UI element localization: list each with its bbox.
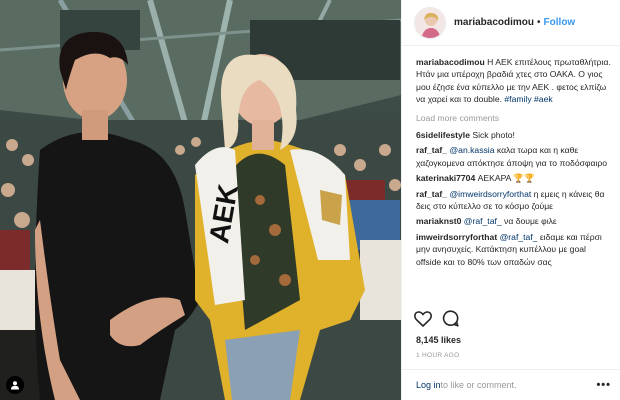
list-item: raf_taf_ @imweirdsorryforthat η εμεις η … (416, 188, 612, 213)
comments-list: mariabacodimou Η ΑΕΚ επιτέλους πρωταθλήτ… (416, 56, 612, 271)
hashtag-aek[interactable]: #aek (534, 94, 553, 104)
comment-author[interactable]: raf_taf_ (416, 145, 447, 155)
comment-author[interactable]: raf_taf_ (416, 189, 447, 199)
post-actions (414, 310, 459, 332)
avatar[interactable] (414, 6, 446, 39)
comment-bubble-icon (442, 310, 459, 327)
heart-icon (414, 310, 432, 327)
comment-author[interactable]: mariaknst0 (416, 216, 461, 226)
login-link[interactable]: Log in (416, 380, 441, 390)
login-prompt-text: to like or comment. (440, 380, 517, 390)
follow-button[interactable]: Follow (544, 17, 576, 28)
likes-count[interactable]: 8,145 likes (416, 335, 461, 345)
comment-author[interactable]: imweirdsorryforthat (416, 232, 497, 242)
user-tag-icon[interactable] (6, 376, 24, 394)
list-item: 6sidelifestyle Sick photo! (416, 129, 612, 141)
list-item: mariaknst0 @raf_taf_ να δουμε φιλε (416, 215, 612, 227)
comment-mention[interactable]: @raf_taf_ (497, 232, 538, 242)
separator-dot: • (537, 17, 541, 28)
post-side-panel: mariabacodimou • Follow mariabacodimou Η… (401, 0, 620, 400)
more-options-icon[interactable]: ••• (596, 379, 611, 391)
comment-text: ΑΕΚΑΡΑ 🏆🏆 (475, 173, 535, 184)
instagram-post: ΑΕΚ mariabacodimou • Follow mariabacodim… (0, 0, 620, 400)
comment-mention[interactable]: @raf_taf_ (461, 216, 502, 226)
like-button[interactable] (414, 310, 432, 332)
post-caption: mariabacodimou Η ΑΕΚ επιτέλους πρωταθλήτ… (416, 56, 612, 106)
username-link[interactable]: mariabacodimou (454, 17, 534, 28)
comment-text: να δουμε φιλε (501, 216, 557, 227)
comment-author[interactable]: katerinaki7704 (416, 173, 475, 183)
post-header: mariabacodimou • Follow (402, 0, 620, 46)
post-footer: Log in to like or comment. ••• (402, 369, 620, 400)
list-item: imweirdsorryforthat @raf_taf_ ειδαμε και… (416, 231, 612, 268)
list-item: raf_taf_ @an.kassia καλα τωρα και η καθε… (416, 144, 612, 169)
list-item: katerinaki7704 ΑΕΚΑΡΑ 🏆🏆 (416, 172, 612, 184)
comment-author[interactable]: 6sidelifestyle (416, 130, 470, 140)
post-timestamp[interactable]: 1 HOUR AGO (416, 352, 459, 359)
photo-illustration: ΑΕΚ (0, 0, 401, 400)
comment-mention[interactable]: @an.kassia (447, 145, 494, 155)
comment-text: Sick photo! (469, 130, 515, 141)
caption-author[interactable]: mariabacodimou (416, 57, 485, 67)
comment-button[interactable] (442, 310, 459, 332)
load-more-comments-button[interactable]: Load more comments (416, 112, 612, 124)
post-photo[interactable]: ΑΕΚ (0, 0, 401, 400)
hashtag-family[interactable]: #family (504, 94, 531, 104)
comment-mention[interactable]: @imweirdsorryforthat (447, 189, 531, 199)
